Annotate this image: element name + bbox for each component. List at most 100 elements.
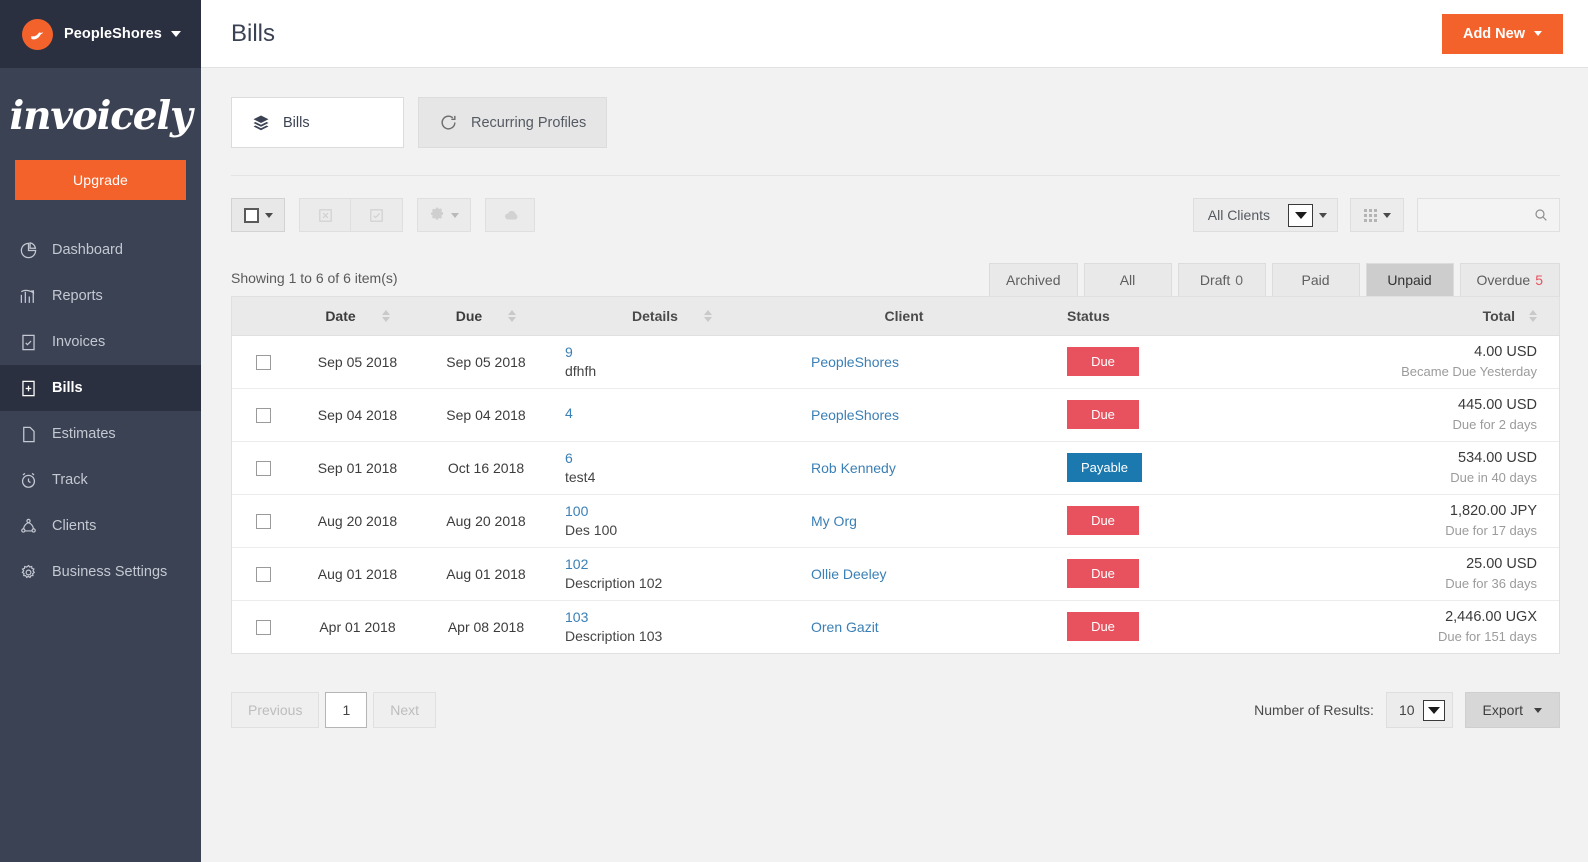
export-button[interactable]: Export	[1465, 692, 1560, 728]
client-link[interactable]: Oren Gazit	[811, 619, 879, 635]
filter-tab-draft[interactable]: Draft 0	[1178, 263, 1266, 296]
row-checkbox[interactable]	[256, 461, 271, 476]
row-status: Due	[1005, 600, 1215, 653]
list-footer: Previous 1 Next Number of Results: 10 Ex…	[231, 692, 1560, 758]
sidebar-item-track[interactable]: Track	[0, 457, 201, 503]
sidebar-item-clients[interactable]: Clients	[0, 503, 201, 549]
status-badge[interactable]: Due	[1067, 400, 1139, 429]
filter-tabs: Archived All Draft 0 Paid Unpaid	[989, 263, 1560, 296]
filter-tab-overdue[interactable]: Overdue 5	[1460, 263, 1561, 296]
export-label: Export	[1483, 702, 1523, 718]
client-link[interactable]: My Org	[811, 513, 857, 529]
status-badge[interactable]: Due	[1067, 612, 1139, 641]
tab-recurring-profiles-label: Recurring Profiles	[471, 115, 586, 131]
sidebar-item-bills[interactable]: Bills	[0, 365, 201, 411]
next-page-button[interactable]: Next	[373, 692, 436, 728]
sort-icon[interactable]	[1529, 310, 1537, 322]
column-due[interactable]: Due	[421, 297, 551, 335]
table-row[interactable]: Aug 01 2018 Aug 01 2018 102 Description …	[232, 547, 1559, 600]
column-date[interactable]: Date	[294, 297, 421, 335]
sidebar-item-dashboard[interactable]: Dashboard	[0, 227, 201, 273]
filter-tab-archived[interactable]: Archived	[989, 263, 1077, 296]
row-checkbox[interactable]	[256, 355, 271, 370]
row-status: Payable	[1005, 441, 1215, 494]
sort-icon[interactable]	[704, 310, 712, 322]
bird-logo-icon	[22, 19, 53, 50]
sidebar-item-label: Estimates	[52, 427, 116, 442]
upgrade-container: Upgrade	[0, 156, 201, 200]
filter-tab-unpaid[interactable]: Unpaid	[1366, 263, 1454, 296]
row-checkbox[interactable]	[256, 567, 271, 582]
sidebar-item-reports[interactable]: Reports	[0, 273, 201, 319]
column-details[interactable]: Details	[551, 297, 787, 335]
filter-tab-all[interactable]: All	[1084, 263, 1172, 296]
page-1-button[interactable]: 1	[325, 692, 367, 728]
client-link[interactable]: PeopleShores	[811, 407, 899, 423]
row-checkbox[interactable]	[256, 514, 271, 529]
toolbar-left	[231, 198, 549, 232]
bill-number-link[interactable]: 4	[565, 405, 779, 421]
settings-dropdown-button[interactable]	[417, 198, 471, 232]
sidebar-item-label: Invoices	[52, 335, 105, 350]
bill-number-link[interactable]: 100	[565, 503, 779, 519]
list-meta-row: Showing 1 to 6 of 6 item(s) Archived All…	[231, 263, 1560, 296]
column-view-button[interactable]	[1350, 198, 1404, 232]
results-per-page-select[interactable]: 10	[1386, 692, 1453, 728]
org-switcher[interactable]: PeopleShores	[0, 0, 201, 68]
bill-number-link[interactable]: 103	[565, 609, 779, 625]
tab-bills-label: Bills	[283, 115, 310, 131]
caret-down-icon	[1534, 708, 1542, 713]
table-row[interactable]: Sep 05 2018 Sep 05 2018 9 dfhfh PeopleSh…	[232, 335, 1559, 388]
status-badge[interactable]: Due	[1067, 347, 1139, 376]
filter-tab-label: Unpaid	[1387, 272, 1431, 288]
select-all-dropdown[interactable]	[231, 198, 285, 232]
row-due: Aug 01 2018	[421, 547, 551, 600]
table-row[interactable]: Sep 04 2018 Sep 04 2018 4 PeopleShores D…	[232, 388, 1559, 441]
table-row[interactable]: Sep 01 2018 Oct 16 2018 6 test4 Rob Kenn…	[232, 441, 1559, 494]
approve-button[interactable]	[351, 198, 403, 232]
sidebar-item-invoices[interactable]: Invoices	[0, 319, 201, 365]
select-group	[231, 198, 285, 232]
sidebar-item-label: Track	[52, 473, 88, 488]
delete-button[interactable]	[299, 198, 351, 232]
bill-number-link[interactable]: 9	[565, 344, 779, 360]
table-row[interactable]: Aug 20 2018 Aug 20 2018 100 Des 100 My O…	[232, 494, 1559, 547]
status-badge[interactable]: Due	[1067, 559, 1139, 588]
client-link[interactable]: Ollie Deeley	[811, 566, 886, 582]
add-new-button[interactable]: Add New	[1442, 14, 1563, 54]
status-badge[interactable]: Due	[1067, 506, 1139, 535]
org-name: PeopleShores	[64, 26, 162, 42]
client-link[interactable]: PeopleShores	[811, 354, 899, 370]
row-checkbox[interactable]	[256, 620, 271, 635]
sidebar-item-business-settings[interactable]: Business Settings	[0, 549, 201, 595]
previous-page-button[interactable]: Previous	[231, 692, 319, 728]
sort-icon[interactable]	[508, 310, 516, 322]
search-input[interactable]	[1417, 198, 1560, 232]
client-link[interactable]: Rob Kennedy	[811, 460, 896, 476]
tab-bills[interactable]: Bills	[231, 97, 404, 148]
table-row[interactable]: Apr 01 2018 Apr 08 2018 103 Description …	[232, 600, 1559, 653]
filter-tab-label: Draft	[1200, 272, 1230, 288]
row-details: 100 Des 100	[551, 494, 787, 547]
toolbar-right: All Clients	[1193, 198, 1560, 232]
sidebar-item-estimates[interactable]: Estimates	[0, 411, 201, 457]
filter-tab-paid[interactable]: Paid	[1272, 263, 1360, 296]
client-filter-select[interactable]: All Clients	[1193, 198, 1338, 232]
bill-number-link[interactable]: 6	[565, 450, 779, 466]
row-checkbox[interactable]	[256, 408, 271, 423]
tab-recurring-profiles[interactable]: Recurring Profiles	[418, 97, 607, 148]
total-amount: 2,446.00 UGX	[1223, 609, 1537, 625]
cloud-upload-icon	[501, 206, 520, 225]
row-client: Ollie Deeley	[787, 547, 1005, 600]
column-due-label: Due	[456, 308, 482, 324]
cloud-upload-button[interactable]	[485, 198, 535, 232]
total-amount: 25.00 USD	[1223, 556, 1537, 572]
status-badge[interactable]: Payable	[1067, 453, 1142, 482]
sort-icon[interactable]	[382, 310, 390, 322]
bill-number-link[interactable]: 102	[565, 556, 779, 572]
caret-down-icon	[1383, 213, 1391, 218]
upgrade-button[interactable]: Upgrade	[15, 160, 186, 200]
column-total[interactable]: Total	[1215, 297, 1559, 335]
page-title: Bills	[231, 20, 275, 48]
row-select-cell	[232, 441, 294, 494]
